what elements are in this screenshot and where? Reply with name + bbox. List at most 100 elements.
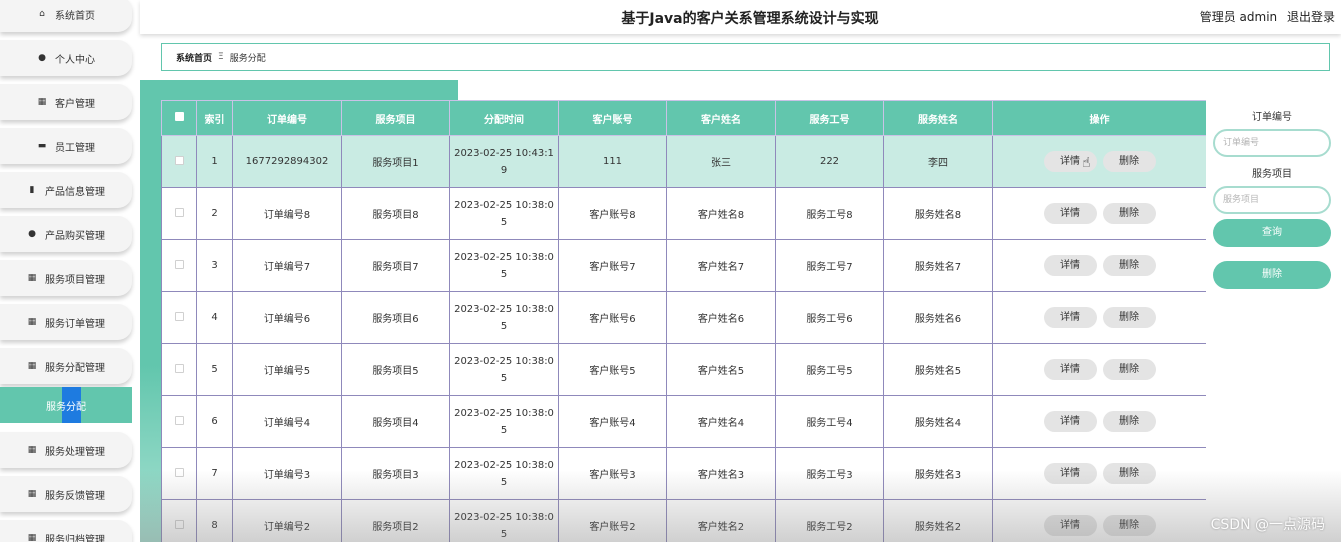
query-button[interactable]: 查询 [1213, 219, 1331, 247]
cell-actions: 详情 删除 [992, 343, 1206, 396]
sidebar-item-label: 服务项目管理 [45, 274, 105, 286]
cell-actions: 详情 删除 [992, 187, 1206, 240]
detail-button[interactable]: 详情 [1043, 411, 1097, 432]
cell-staff-no: 服务工号2 [775, 499, 884, 542]
sidebar-item-3[interactable]: ▬ 员工管理 [0, 128, 132, 164]
row-checkbox[interactable] [174, 519, 184, 529]
header-customer-account: 客户账号 [558, 100, 667, 136]
cell-service-item: 服务项目5 [341, 343, 450, 396]
order-no-label: 订单编号 [1252, 112, 1292, 123]
sidebar-item-0[interactable]: ⌂ 系统首页 [0, 0, 132, 32]
sidebar-item-label: 服务处理管理 [45, 446, 105, 458]
user-name: 管理员 admin [1199, 10, 1278, 24]
service-item-input[interactable] [1213, 186, 1331, 214]
select-cell [161, 135, 197, 188]
person-icon: ● [38, 53, 46, 63]
cell-staff-name: 服务姓名2 [883, 499, 993, 542]
delete-button[interactable]: 删除 [1102, 151, 1156, 172]
sidebar-item-4[interactable]: ▮ 产品信息管理 [0, 172, 132, 208]
sidebar-item-9[interactable]: 服务分配 [0, 387, 132, 423]
cell-index: 1 [196, 135, 233, 188]
detail-button[interactable]: 详情 [1043, 463, 1097, 484]
sidebar-item-6[interactable]: ▦ 服务项目管理 [0, 260, 132, 296]
order-no-input[interactable] [1213, 129, 1331, 157]
cell-actions: 详情 删除 [992, 239, 1206, 292]
table-header-row: 索引 订单编号 服务项目 分配时间 客户账号 客户姓名 服务工号 服务姓名 操作 [161, 100, 1206, 136]
cell-staff-name: 服务姓名5 [883, 343, 993, 396]
cell-index: 8 [196, 499, 233, 542]
cell-service-item: 服务项目3 [341, 447, 450, 500]
person-icon: ● [28, 229, 36, 239]
grid-icon: ▦ [27, 273, 37, 283]
cell-staff-no: 服务工号8 [775, 187, 884, 240]
breadcrumb: 系统首页 Ξ 服务分配 [161, 43, 1330, 71]
cell-service-item: 服务项目7 [341, 239, 450, 292]
select-cell [161, 343, 197, 396]
sidebar-item-8[interactable]: ▦ 服务分配管理 [0, 348, 132, 384]
sidebar-item-12[interactable]: ▦ 服务归档管理 [0, 520, 132, 542]
cell-assign-time: 2023-02-25 10:38:0 5 [449, 239, 559, 292]
row-checkbox[interactable] [174, 155, 184, 165]
header-order-no: 订单编号 [232, 100, 342, 136]
cell-assign-time: 2023-02-25 10:38:0 5 [449, 343, 559, 396]
cell-customer-name: 客户姓名5 [666, 343, 776, 396]
csdn-watermark: CSDN @一点源码 [1210, 517, 1325, 533]
detail-button[interactable]: 详情 [1043, 307, 1097, 328]
cell-customer-account: 111 [558, 135, 667, 188]
cell-customer-name: 客户姓名3 [666, 447, 776, 500]
detail-button[interactable]: 详情 [1043, 515, 1097, 536]
breadcrumb-separator: Ξ [218, 52, 224, 62]
select-cell [161, 187, 197, 240]
cell-service-item: 服务项目6 [341, 291, 450, 344]
select-all-checkbox[interactable] [174, 112, 184, 121]
sidebar-item-1[interactable]: ● 个人中心 [0, 40, 132, 76]
sidebar-item-2[interactable]: ▦ 客户管理 [0, 84, 132, 120]
user-area: 管理员 admin 退出登录 [1194, 8, 1335, 25]
delete-button[interactable]: 删除 [1102, 359, 1156, 380]
detail-button[interactable]: 详情 [1043, 203, 1097, 224]
batch-delete-button[interactable]: 删除 [1213, 261, 1331, 289]
delete-button[interactable]: 删除 [1102, 411, 1156, 432]
delete-button[interactable]: 删除 [1102, 255, 1156, 276]
cell-customer-account: 客户账号7 [558, 239, 667, 292]
cell-staff-name: 服务姓名3 [883, 447, 993, 500]
cell-customer-name: 张三 [666, 135, 776, 188]
row-checkbox[interactable] [174, 363, 184, 373]
decorative-side-band [140, 100, 161, 542]
cell-customer-name: 客户姓名4 [666, 395, 776, 448]
sidebar-item-10[interactable]: ▦ 服务处理管理 [0, 432, 132, 468]
sidebar-item-5[interactable]: ● 产品购买管理 [0, 216, 132, 252]
cell-index: 2 [196, 187, 233, 240]
clipboard-icon: ▮ [29, 185, 35, 195]
cell-assign-time: 2023-02-25 10:38:0 5 [449, 447, 559, 500]
grid-icon: ▦ [27, 533, 37, 542]
cell-actions: 详情 删除 [992, 499, 1206, 542]
cell-actions: 详情 删除 [992, 135, 1206, 188]
cell-customer-account: 客户账号2 [558, 499, 667, 542]
cell-actions: 详情 删除 [992, 291, 1206, 344]
detail-button[interactable]: 详情 [1043, 255, 1097, 276]
sidebar-item-label: 个人中心 [55, 54, 95, 66]
breadcrumb-home[interactable]: 系统首页 [176, 51, 212, 64]
header-assign-time: 分配时间 [449, 100, 559, 136]
row-checkbox[interactable] [174, 415, 184, 425]
cell-customer-name: 客户姓名2 [666, 499, 776, 542]
delete-button[interactable]: 删除 [1102, 203, 1156, 224]
data-table-container: 索引 订单编号 服务项目 分配时间 客户账号 客户姓名 服务工号 服务姓名 操作… [161, 100, 1206, 542]
delete-button[interactable]: 删除 [1102, 515, 1156, 536]
select-cell [161, 447, 197, 500]
delete-button[interactable]: 删除 [1102, 307, 1156, 328]
table-row: 3 订单编号7 服务项目7 2023-02-25 10:38:0 5 客户账号7 客户姓名… [161, 239, 1206, 292]
detail-button[interactable]: 详情 [1043, 359, 1097, 380]
sidebar-item-label: 产品信息管理 [45, 186, 105, 198]
row-checkbox[interactable] [174, 207, 184, 217]
header-service-item: 服务项目 [341, 100, 450, 136]
sidebar-item-11[interactable]: ▦ 服务反馈管理 [0, 476, 132, 512]
row-checkbox[interactable] [174, 259, 184, 269]
delete-button[interactable]: 删除 [1102, 463, 1156, 484]
sidebar-item-7[interactable]: ▦ 服务订单管理 [0, 304, 132, 340]
row-checkbox[interactable] [174, 311, 184, 321]
sidebar: ⌂ 系统首页 ● 个人中心 ▦ 客户管理 ▬ 员工管理 ▮ 产品信息管理 ● 产品购买管理 ▦ 服务项目管… [0, 0, 140, 542]
row-checkbox[interactable] [174, 467, 184, 477]
logout-link[interactable]: 退出登录 [1287, 10, 1335, 24]
